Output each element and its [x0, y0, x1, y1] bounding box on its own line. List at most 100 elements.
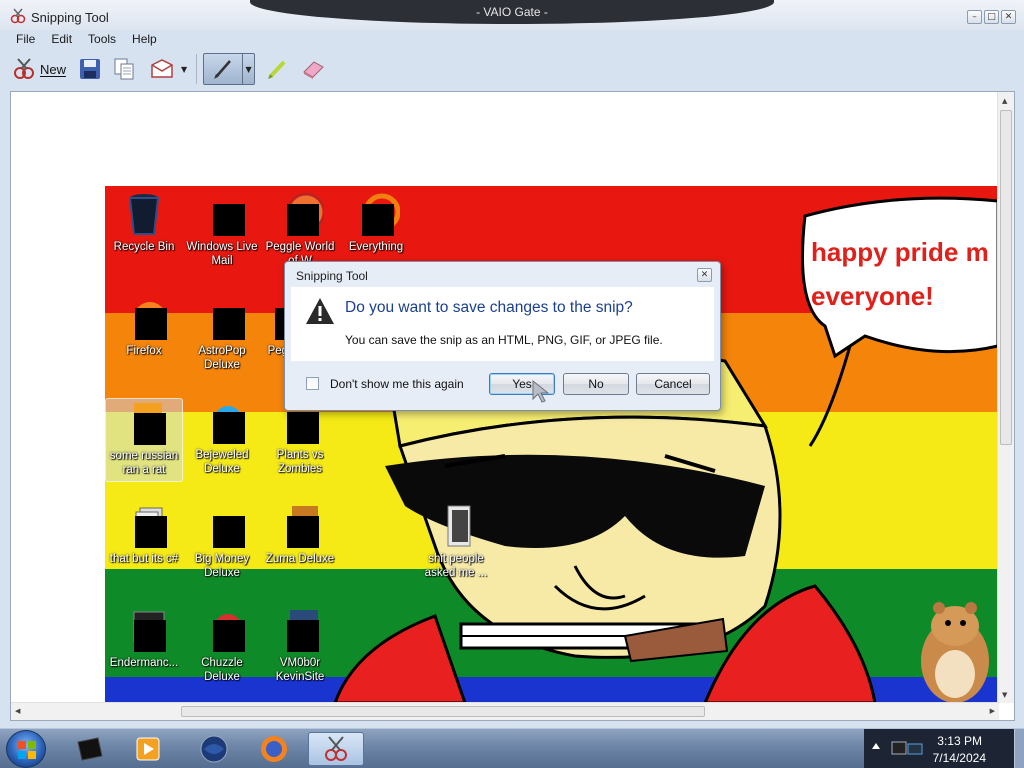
desktop-icon-firefox[interactable]: Firefox — [105, 294, 183, 358]
desktop-icon-label: shit people asked me ... — [424, 553, 488, 579]
dialog-close-button[interactable]: ✕ — [697, 268, 712, 282]
system-tray: 3:13 PM 7/14/2024 — [864, 729, 1024, 768]
desktop-icon-label: Chuzzle Deluxe — [201, 657, 243, 683]
dialog-message: You can save the snip as an HTML, PNG, G… — [345, 333, 663, 347]
send-snip-button[interactable] — [148, 55, 176, 83]
speech-bubble-text: happy pride m everyone! — [811, 230, 998, 318]
chuzzle-icon — [198, 606, 246, 654]
dialog-body: Do you want to save changes to the snip?… — [291, 287, 714, 361]
close-button[interactable]: ✕ — [1001, 10, 1016, 24]
scroll-left-arrow-icon[interactable]: ◀ — [15, 707, 20, 715]
window-title: Snipping Tool — [31, 10, 109, 25]
taskbar-app-snipping-tool[interactable] — [308, 732, 364, 766]
copy-button[interactable] — [110, 55, 138, 83]
menu-tools[interactable]: Tools — [88, 30, 116, 48]
title-bar[interactable]: Snipping Tool - VAIO Gate - – □ ✕ — [0, 0, 1024, 30]
vertical-scrollbar[interactable]: ▲ ▼ — [997, 92, 1014, 703]
scroll-up-arrow-icon[interactable]: ▲ — [1002, 97, 1007, 105]
desktop-icon-astropop-deluxe[interactable]: AstroPop Deluxe — [183, 294, 261, 372]
black-box-app-icon — [77, 737, 103, 761]
speech-line-2: everyone! — [811, 281, 934, 311]
bejeweled-icon — [198, 398, 246, 446]
send-email-icon — [151, 59, 173, 78]
taskbar-app-globe[interactable] — [186, 732, 242, 766]
pen-dropdown-button[interactable]: ▼ — [242, 54, 254, 84]
desktop-icon-label: some russian ran a rat — [109, 450, 179, 476]
desktop-icon-big-money-deluxe[interactable]: Big Money Deluxe — [183, 502, 261, 580]
desktop-icon-endermanc[interactable]: Endermanc... — [105, 606, 183, 670]
menu-help[interactable]: Help — [132, 30, 157, 48]
desktop-icon-label: Plants vs Zombies — [276, 449, 324, 475]
horizontal-scrollbar[interactable]: ◀ ▶ — [11, 702, 999, 720]
highlighter-button[interactable] — [263, 55, 291, 83]
desktop-icon-windows-live-mail[interactable]: Windows Live Mail — [183, 190, 261, 268]
save-changes-dialog: Snipping Tool ✕ Do you want to save chan… — [284, 261, 721, 411]
desktop-icon-zuma-deluxe[interactable]: Zuma Deluxe — [261, 502, 339, 566]
zuma-icon — [276, 502, 324, 550]
clock-time[interactable]: 3:13 PM — [937, 734, 982, 748]
toolbar: New ▼ ▼ — [0, 48, 1024, 90]
horizontal-scroll-thumb[interactable] — [181, 706, 705, 717]
eraser-button[interactable] — [299, 55, 327, 83]
desktop-icon-everything[interactable]: Everything — [337, 190, 415, 254]
desktop-icon-label: Windows Live Mail — [186, 241, 258, 267]
floppy-save-icon — [80, 59, 101, 79]
send-dropdown-button[interactable]: ▼ — [178, 55, 190, 83]
windows-logo-icon — [18, 741, 36, 759]
taskbar-app-black-box[interactable] — [62, 732, 118, 766]
new-snip-button[interactable]: New — [10, 54, 68, 84]
snipping-tool-app-icon — [10, 8, 26, 24]
desktop-icon-bejeweled-deluxe[interactable]: Bejeweled Deluxe — [183, 398, 261, 476]
document-icon: e — [120, 399, 168, 447]
tray-expand-icon — [872, 743, 880, 749]
peggle-world-icon — [276, 190, 324, 238]
desktop-icon-peggle-world[interactable]: Peggle World of W — [261, 190, 339, 268]
dialog-footer: Don't show me this again Yes No Cancel — [291, 361, 714, 405]
maximize-button[interactable]: □ — [984, 10, 999, 24]
warning-icon — [306, 298, 334, 324]
no-button[interactable]: No — [563, 373, 629, 395]
recycle-bin-icon — [120, 190, 168, 238]
desktop-icon-that-but-its-csharp[interactable]: that but its c# — [105, 502, 183, 566]
dont-show-again-label[interactable]: Don't show me this again — [330, 377, 464, 391]
cancel-button[interactable]: Cancel — [636, 373, 710, 395]
scroll-down-arrow-icon[interactable]: ▼ — [1002, 691, 1007, 699]
dialog-heading: Do you want to save changes to the snip? — [345, 299, 633, 316]
firefox-icon — [120, 294, 168, 342]
pen-button[interactable] — [204, 55, 242, 83]
taskbar: 3:13 PM 7/14/2024 — [0, 728, 1024, 768]
menu-edit[interactable]: Edit — [51, 30, 72, 48]
minimize-button[interactable]: – — [967, 10, 982, 24]
globe-icon — [200, 735, 228, 763]
save-snip-button[interactable] — [76, 55, 104, 83]
pen-tool-group: ▼ — [203, 53, 256, 85]
mouse-cursor-icon — [532, 380, 550, 403]
dialog-title: Snipping Tool — [296, 269, 368, 283]
vertical-scroll-thumb[interactable] — [1000, 110, 1012, 445]
taskbar-app-firefox[interactable] — [246, 732, 302, 766]
copy-icon — [114, 58, 134, 80]
console-icon — [120, 606, 168, 654]
desktop-icon-label: Endermanc... — [109, 657, 179, 669]
title-notch: - VAIO Gate - — [250, 0, 774, 24]
desktop-icon-recycle-bin[interactable]: Recycle Bin — [105, 190, 183, 254]
desktop-icon-shit-people-asked-me[interactable]: shit people asked me ... — [417, 502, 495, 580]
folder-stack-icon — [120, 502, 168, 550]
clock-date[interactable]: 7/14/2024 — [933, 751, 986, 765]
window-controls: – □ ✕ — [967, 10, 1016, 24]
snipping-tool-taskbar-icon — [325, 736, 347, 761]
desktop-icon-chuzzle-deluxe[interactable]: Chuzzle Deluxe — [183, 606, 261, 684]
scroll-right-arrow-icon[interactable]: ▶ — [990, 707, 995, 715]
desktop-icon-vm0b0r-kevinsite[interactable]: VM0b0r KevinSite — [261, 606, 339, 684]
menu-file[interactable]: File — [16, 30, 35, 48]
taskbar-app-media-player[interactable] — [120, 732, 176, 766]
show-desktop-button[interactable] — [1014, 729, 1024, 768]
vm-icon — [276, 606, 324, 654]
start-button[interactable] — [6, 730, 46, 768]
speech-line-1: happy pride m — [811, 237, 989, 267]
menu-bar: File Edit Tools Help — [0, 30, 1024, 48]
desktop-icon-label: Zuma Deluxe — [265, 553, 335, 565]
dont-show-again-checkbox[interactable] — [306, 377, 319, 390]
desktop-icon-some-russian-ran-a-rat[interactable]: e some russian ran a rat — [105, 398, 183, 482]
notch-title: - VAIO Gate - — [476, 5, 548, 19]
